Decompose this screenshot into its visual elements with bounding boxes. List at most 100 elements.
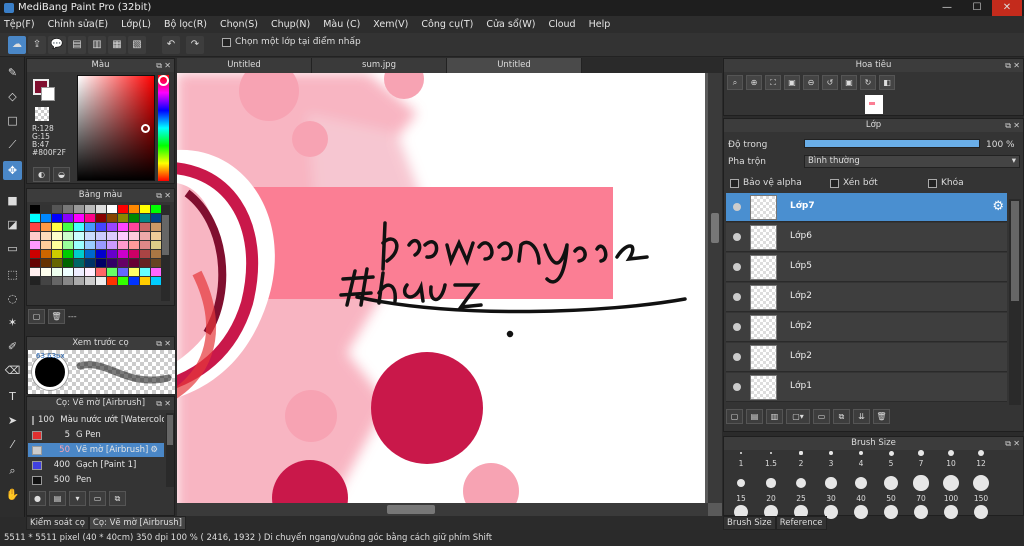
brush-menu-icon[interactable]: ▾: [69, 491, 86, 506]
menu-view[interactable]: Xem(V): [373, 19, 408, 30]
palette-swatch[interactable]: [96, 214, 106, 222]
menu-tools[interactable]: Công cụ(T): [421, 19, 473, 30]
layer-add-menu-icon[interactable]: ▢▾: [786, 409, 810, 424]
palette-swatch[interactable]: [52, 205, 62, 213]
menu-edit[interactable]: Chỉnh sửa(E): [48, 19, 109, 30]
palette-swatch[interactable]: [140, 259, 150, 267]
menu-snap[interactable]: Chụp(N): [271, 19, 310, 30]
palette-swatch[interactable]: [41, 259, 51, 267]
protect-alpha-checkbox[interactable]: [730, 178, 739, 188]
menu-layer[interactable]: Lớp(L): [121, 19, 151, 30]
palette-swatch[interactable]: [118, 232, 128, 240]
palette-swatch[interactable]: [30, 241, 40, 249]
palette-swatch[interactable]: [107, 232, 117, 240]
palette-swatch[interactable]: [118, 205, 128, 213]
palette-swatch[interactable]: [74, 277, 84, 285]
merge-layer-icon[interactable]: ⇊: [853, 409, 870, 424]
brush-item[interactable]: 50 Vẽ mờ [Airbrush] ⚙: [28, 443, 164, 457]
layer-row[interactable]: Lớp7 ⚙: [726, 193, 1007, 222]
palette-swatch[interactable]: [151, 277, 161, 285]
palette-scroll-thumb[interactable]: [162, 215, 169, 255]
palette-swatch[interactable]: [140, 241, 150, 249]
zoom-reset-icon[interactable]: ⌕: [727, 75, 743, 90]
brush-size-dot[interactable]: [829, 451, 833, 455]
palette-swatch[interactable]: [74, 232, 84, 240]
layer-row[interactable]: Lớp2: [726, 283, 1007, 312]
palette-swatch[interactable]: [74, 241, 84, 249]
palette-swatch[interactable]: [151, 205, 161, 213]
select-layer-on-click[interactable]: Chọn một lớp tại điểm nhấp: [222, 37, 361, 47]
fit-screen-icon[interactable]: ⛶: [765, 75, 781, 90]
doc-tab-sum[interactable]: sum.jpg: [312, 58, 447, 73]
palette-swatch[interactable]: [96, 232, 106, 240]
palette-swatch[interactable]: [107, 214, 117, 222]
brush-copy-icon[interactable]: ▤: [49, 491, 66, 506]
lock-option[interactable]: Khóa: [928, 178, 964, 188]
brush-size-dot[interactable]: [769, 451, 773, 455]
palette-swatch[interactable]: [129, 277, 139, 285]
palette-swatch[interactable]: [129, 259, 139, 267]
palette-swatch[interactable]: [118, 259, 128, 267]
clipping-option[interactable]: Xén bớt: [830, 178, 878, 188]
brush-size-dot[interactable]: [973, 475, 989, 491]
palette-swatch[interactable]: [151, 259, 161, 267]
palette-swatch[interactable]: [96, 205, 106, 213]
rotate-reset-icon[interactable]: ▣: [841, 75, 857, 90]
panel-close-icon[interactable]: ✕: [164, 337, 171, 350]
palette-swatch[interactable]: [30, 277, 40, 285]
eye-icon[interactable]: [733, 323, 741, 331]
delete-palette-icon[interactable]: 🗑: [48, 309, 65, 324]
brush-item[interactable]: 500 Pen: [28, 473, 164, 487]
layer-scroll-thumb[interactable]: [1011, 201, 1019, 301]
palette-swatch[interactable]: [52, 241, 62, 249]
menu-cloud[interactable]: Cloud: [548, 19, 575, 30]
move-tool-icon[interactable]: ✥: [3, 161, 22, 180]
menu-select[interactable]: Chọn(S): [220, 19, 258, 30]
eye-icon[interactable]: [733, 383, 741, 391]
palette-swatch[interactable]: [140, 205, 150, 213]
palette-swatch[interactable]: [151, 232, 161, 240]
undock-icon[interactable]: ⧉: [156, 189, 162, 202]
layer-row[interactable]: Lớp6: [726, 223, 1007, 252]
brush-size-dot[interactable]: [854, 476, 868, 490]
rotate-right-icon[interactable]: ↻: [860, 75, 876, 90]
palette-swatch[interactable]: [41, 205, 51, 213]
brush-size-dot[interactable]: [799, 451, 803, 455]
palette-swatch[interactable]: [41, 223, 51, 231]
hue-slider[interactable]: [158, 75, 169, 181]
fill-rect-tool-icon[interactable]: ■: [3, 191, 22, 210]
brush-item[interactable]: 400 Gạch [Paint 1]: [28, 458, 164, 472]
palette-swatch[interactable]: [107, 241, 117, 249]
eraser-tool-icon[interactable]: ◇: [3, 87, 22, 106]
palette-swatch[interactable]: [85, 250, 95, 258]
hand-tool-icon[interactable]: ✋: [3, 485, 22, 504]
palette-swatch[interactable]: [85, 241, 95, 249]
navigator-thumbnail[interactable]: [865, 95, 883, 114]
palette-swatch[interactable]: [52, 232, 62, 240]
select-pen-tool-icon[interactable]: ✐: [3, 337, 22, 356]
zoom-in-icon[interactable]: ⊕: [746, 75, 762, 90]
palette-swatch[interactable]: [129, 214, 139, 222]
palette-swatch[interactable]: [129, 250, 139, 258]
palette-swatch[interactable]: [85, 277, 95, 285]
palette-swatch[interactable]: [129, 205, 139, 213]
palette-swatch[interactable]: [118, 214, 128, 222]
palette-swatch[interactable]: [140, 232, 150, 240]
operation-tool-icon[interactable]: ➤: [3, 411, 22, 430]
palette-swatch[interactable]: [63, 232, 73, 240]
palette-swatch[interactable]: [129, 232, 139, 240]
palette-swatch[interactable]: [107, 223, 117, 231]
brush-size-dot[interactable]: [858, 450, 864, 456]
palette-swatch[interactable]: [63, 223, 73, 231]
palette-swatch[interactable]: [63, 241, 73, 249]
layer-folder-icon[interactable]: ▭: [813, 409, 830, 424]
sv-cursor[interactable]: [141, 124, 150, 133]
layer-row[interactable]: Lớp2: [726, 313, 1007, 342]
rect-tool-icon[interactable]: □: [3, 111, 22, 130]
palette-swatch[interactable]: [140, 223, 150, 231]
duplicate-layer-icon[interactable]: ⧉: [833, 409, 850, 424]
palette-swatch[interactable]: [151, 241, 161, 249]
brush-size-dot[interactable]: [737, 479, 745, 487]
palette-swatch[interactable]: [63, 268, 73, 276]
eye-icon[interactable]: [733, 233, 741, 241]
